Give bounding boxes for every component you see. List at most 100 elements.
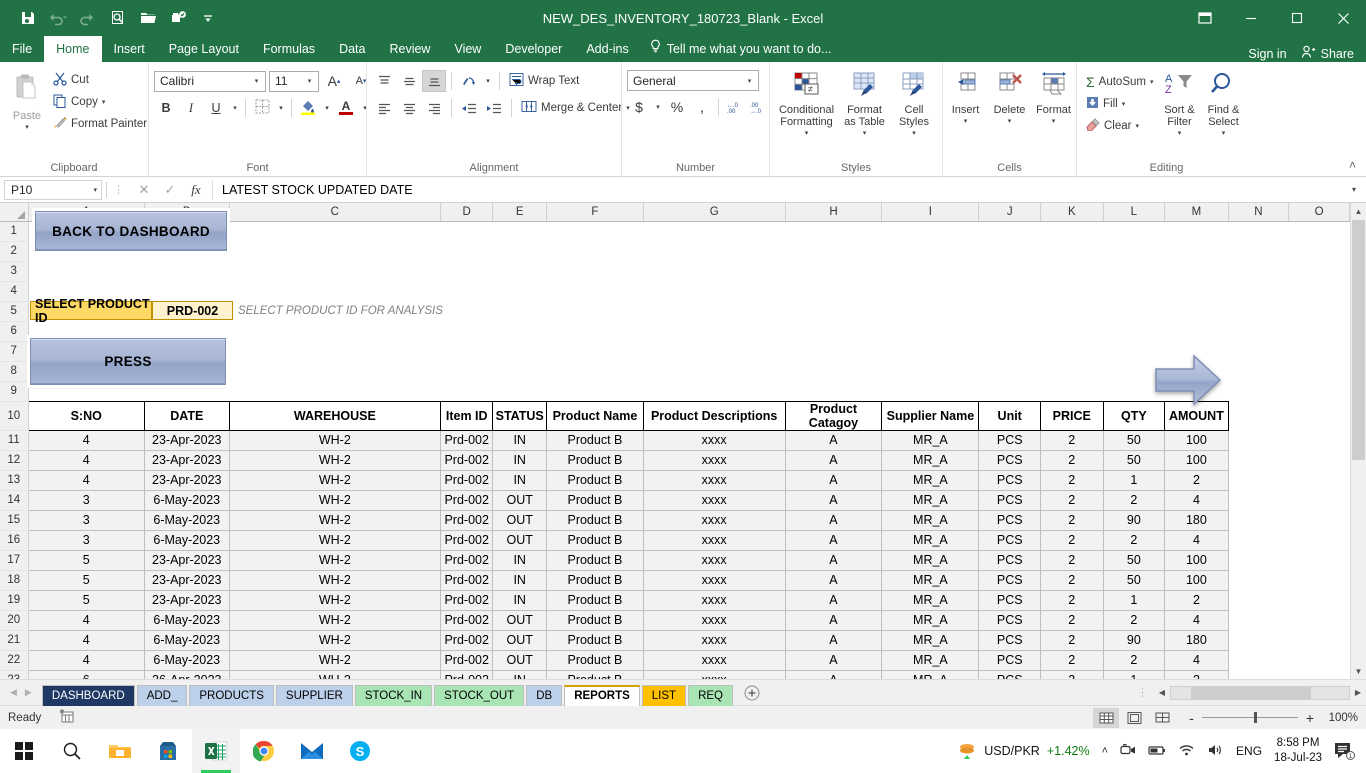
grid-cell[interactable] [441,321,493,341]
table-cell[interactable]: 3 [27,509,145,531]
grid-cell[interactable] [979,301,1041,321]
conditional-formatting-button[interactable]: ≠ Conditional Formatting ▾ [776,69,838,142]
table-cell[interactable]: 4 [27,429,145,451]
grid-cell[interactable] [1228,470,1289,490]
grid-cell[interactable] [643,221,785,241]
currency-caret-icon[interactable]: ▾ [652,96,664,118]
find-select-caret-icon[interactable]: ▾ [1222,128,1226,140]
grid-cell[interactable] [1289,490,1350,510]
table-cell[interactable]: MR_A [881,609,980,631]
table-cell[interactable]: 90 [1102,509,1166,531]
table-cell[interactable]: 2 [1102,649,1166,671]
table-cell[interactable]: Product B [546,509,644,531]
tab-review[interactable]: Review [377,36,442,62]
grid-cell[interactable] [1289,241,1350,261]
row-header-17[interactable]: 17 [0,550,29,571]
table-header-cell[interactable]: PRICE [1040,400,1104,431]
table-cell[interactable]: xxxx [642,489,786,511]
table-cell[interactable]: Prd-002 [440,469,494,491]
store-icon[interactable] [144,729,192,773]
table-cell[interactable]: 23-Apr-2023 [143,549,230,571]
table-cell[interactable]: A [784,549,883,571]
grid-cell[interactable] [493,341,547,361]
grid-cell[interactable] [1228,341,1289,361]
table-cell[interactable]: A [784,469,883,491]
tab-file[interactable]: File [0,36,45,62]
cell-styles-button[interactable]: Cell Styles ▾ [892,69,937,142]
row-header-18[interactable]: 18 [0,570,29,591]
save-icon[interactable] [14,5,42,31]
hscroll-right-icon[interactable]: ▶ [1350,688,1366,697]
column-header-j[interactable]: J [978,203,1042,222]
table-cell[interactable]: 6 [27,669,145,679]
grid-cell[interactable] [1228,381,1289,401]
table-cell[interactable]: 2 [1040,589,1104,611]
format-as-table-caret-icon[interactable]: ▾ [863,128,867,140]
decrease-indent-button[interactable] [457,97,481,119]
grid-cell[interactable] [1228,401,1289,430]
wifi-icon[interactable] [1178,743,1195,760]
table-cell[interactable]: 2 [1040,649,1104,671]
grid-cell[interactable] [1289,590,1350,610]
sheet-tab-add[interactable]: ADD_ [136,684,188,706]
volume-icon[interactable] [1207,743,1224,760]
grid-cell[interactable] [493,221,547,241]
table-header-cell[interactable]: Supplier Name [881,400,980,431]
grid-cell[interactable] [643,381,785,401]
format-cells-caret-icon[interactable]: ▾ [1052,116,1056,128]
table-cell[interactable]: 2 [1040,509,1104,531]
table-cell[interactable]: 2 [1040,669,1104,679]
skype-icon[interactable]: S [336,729,384,773]
table-cell[interactable]: xxxx [642,469,786,491]
chrome-icon[interactable] [240,729,288,773]
tab-home[interactable]: Home [44,36,102,62]
table-cell[interactable]: OUT [492,609,548,631]
copy-button[interactable]: Copy ▾ [49,91,151,113]
row-header-9[interactable]: 9 [0,381,29,402]
grid-cell[interactable] [785,361,882,381]
undo-icon[interactable] [44,5,72,31]
show-hidden-icons-icon[interactable]: ˄ [1102,745,1108,757]
table-cell[interactable]: 1 [1102,589,1166,611]
grid-cell[interactable] [1041,281,1103,301]
grid-cell[interactable] [441,281,493,301]
table-cell[interactable]: WH-2 [228,489,442,511]
table-cell[interactable]: 4 [1164,649,1229,671]
table-cell[interactable]: xxxx [642,549,786,571]
grid-cell[interactable] [1289,401,1350,430]
table-cell[interactable]: 180 [1164,509,1229,531]
sheet-tab-supplier[interactable]: SUPPLIER [275,684,353,706]
redo-icon[interactable] [74,5,102,31]
grow-font-button[interactable]: A ▴ [322,70,346,92]
table-cell[interactable]: PCS [978,549,1042,571]
sheet-tab-reports[interactable]: REPORTS [564,684,640,706]
zoom-out-button[interactable]: - [1189,710,1194,726]
grid-cell[interactable] [643,321,785,341]
grid-cell[interactable] [493,381,547,401]
page-break-view-button[interactable] [1149,708,1175,728]
copy-caret-icon[interactable]: ▾ [102,98,106,106]
horizontal-scroll-thumb[interactable] [1191,686,1311,699]
collapse-ribbon-icon[interactable]: ˄ [1349,158,1356,172]
table-cell[interactable]: xxxx [642,649,786,671]
grid-cell[interactable] [229,381,440,401]
font-name-combo[interactable]: Calibri ▾ [154,70,266,92]
minimize-icon[interactable] [1228,0,1274,36]
table-cell[interactable]: Prd-002 [440,569,494,591]
table-cell[interactable]: xxxx [642,669,786,679]
select-all-corner[interactable] [0,203,29,222]
table-cell[interactable]: A [784,629,883,651]
table-cell[interactable]: WH-2 [228,449,442,471]
tab-developer[interactable]: Developer [493,36,574,62]
record-macro-icon[interactable] [41,709,74,726]
table-cell[interactable]: 6-May-2023 [143,629,230,651]
grid-cell[interactable] [785,261,882,281]
column-header-g[interactable]: G [643,203,786,222]
grid-cell[interactable] [882,241,979,261]
table-cell[interactable]: 23-Apr-2023 [143,469,230,491]
grid-cell[interactable] [1228,650,1289,670]
grid-cell[interactable] [979,241,1041,261]
align-left-button[interactable] [372,97,396,119]
table-header-cell[interactable]: Product Name [546,400,644,431]
grid-cell[interactable] [1228,430,1289,450]
